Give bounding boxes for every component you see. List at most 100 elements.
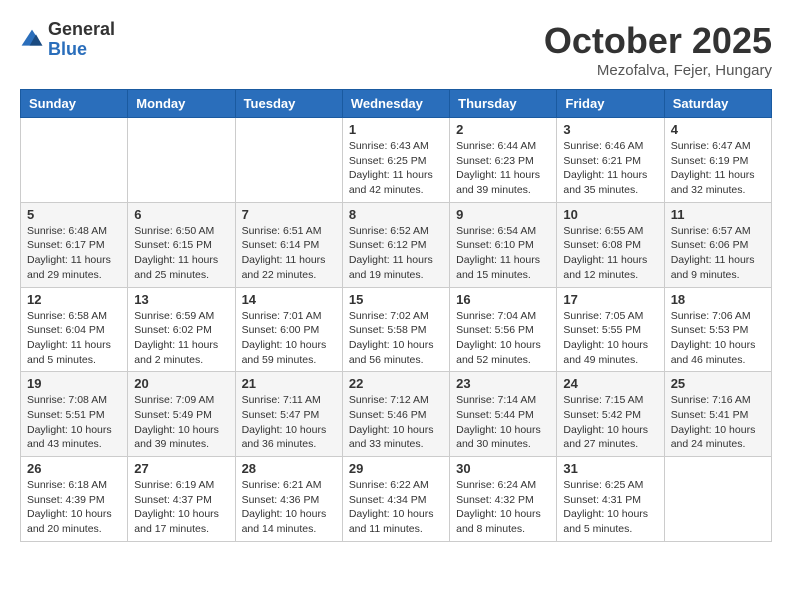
day-number: 11 <box>671 207 765 222</box>
day-info: Sunrise: 6:19 AM Sunset: 4:37 PM Dayligh… <box>134 478 228 537</box>
calendar-cell: 30 Sunrise: 6:24 AM Sunset: 4:32 PM Dayli… <box>450 457 557 542</box>
day-info: Sunrise: 6:46 AM Sunset: 6:21 PM Dayligh… <box>563 139 657 198</box>
day-info: Sunrise: 7:14 AM Sunset: 5:44 PM Dayligh… <box>456 393 550 452</box>
logo-text: General Blue <box>48 20 115 60</box>
calendar-cell: 8 Sunrise: 6:52 AM Sunset: 6:12 PM Daylig… <box>342 202 449 287</box>
day-info: Sunrise: 7:09 AM Sunset: 5:49 PM Dayligh… <box>134 393 228 452</box>
day-number: 21 <box>242 376 336 391</box>
day-number: 17 <box>563 292 657 307</box>
day-info: Sunrise: 7:01 AM Sunset: 6:00 PM Dayligh… <box>242 309 336 368</box>
calendar-cell: 2 Sunrise: 6:44 AM Sunset: 6:23 PM Daylig… <box>450 118 557 203</box>
day-info: Sunrise: 6:51 AM Sunset: 6:14 PM Dayligh… <box>242 224 336 283</box>
logo-blue-text: Blue <box>48 40 115 60</box>
day-number: 16 <box>456 292 550 307</box>
day-info: Sunrise: 6:52 AM Sunset: 6:12 PM Dayligh… <box>349 224 443 283</box>
day-info: Sunrise: 7:12 AM Sunset: 5:46 PM Dayligh… <box>349 393 443 452</box>
calendar-cell: 22 Sunrise: 7:12 AM Sunset: 5:46 PM Dayli… <box>342 372 449 457</box>
day-number: 12 <box>27 292 121 307</box>
week-row-2: 12 Sunrise: 6:58 AM Sunset: 6:04 PM Dayli… <box>21 287 772 372</box>
day-number: 15 <box>349 292 443 307</box>
calendar-cell: 28 Sunrise: 6:21 AM Sunset: 4:36 PM Dayli… <box>235 457 342 542</box>
week-row-1: 5 Sunrise: 6:48 AM Sunset: 6:17 PM Daylig… <box>21 202 772 287</box>
day-info: Sunrise: 6:58 AM Sunset: 6:04 PM Dayligh… <box>27 309 121 368</box>
calendar-cell: 5 Sunrise: 6:48 AM Sunset: 6:17 PM Daylig… <box>21 202 128 287</box>
calendar-cell <box>235 118 342 203</box>
week-row-4: 26 Sunrise: 6:18 AM Sunset: 4:39 PM Dayli… <box>21 457 772 542</box>
day-number: 28 <box>242 461 336 476</box>
day-info: Sunrise: 7:05 AM Sunset: 5:55 PM Dayligh… <box>563 309 657 368</box>
weekday-row: SundayMondayTuesdayWednesdayThursdayFrid… <box>21 90 772 118</box>
calendar-cell: 1Sunrise: 6:43 AM Sunset: 6:25 PM Daylig… <box>342 118 449 203</box>
month-title: October 2025 <box>544 20 772 62</box>
day-info: Sunrise: 6:24 AM Sunset: 4:32 PM Dayligh… <box>456 478 550 537</box>
calendar-cell: 19 Sunrise: 7:08 AM Sunset: 5:51 PM Dayli… <box>21 372 128 457</box>
day-info: Sunrise: 6:50 AM Sunset: 6:15 PM Dayligh… <box>134 224 228 283</box>
day-info: Sunrise: 6:18 AM Sunset: 4:39 PM Dayligh… <box>27 478 121 537</box>
weekday-header-monday: Monday <box>128 90 235 118</box>
calendar-cell: 6Sunrise: 6:50 AM Sunset: 6:15 PM Daylig… <box>128 202 235 287</box>
day-info: Sunrise: 6:59 AM Sunset: 6:02 PM Dayligh… <box>134 309 228 368</box>
day-number: 3 <box>563 122 657 137</box>
page-header: General Blue October 2025 Mezofalva, Fej… <box>20 20 772 79</box>
calendar-cell: 27 Sunrise: 6:19 AM Sunset: 4:37 PM Dayli… <box>128 457 235 542</box>
calendar-cell: 14 Sunrise: 7:01 AM Sunset: 6:00 PM Dayli… <box>235 287 342 372</box>
calendar-cell: 20Sunrise: 7:09 AM Sunset: 5:49 PM Dayli… <box>128 372 235 457</box>
logo-icon <box>20 28 44 52</box>
weekday-header-tuesday: Tuesday <box>235 90 342 118</box>
day-info: Sunrise: 7:04 AM Sunset: 5:56 PM Dayligh… <box>456 309 550 368</box>
weekday-header-thursday: Thursday <box>450 90 557 118</box>
day-info: Sunrise: 6:25 AM Sunset: 4:31 PM Dayligh… <box>563 478 657 537</box>
day-number: 27 <box>134 461 228 476</box>
day-number: 14 <box>242 292 336 307</box>
day-number: 8 <box>349 207 443 222</box>
weekday-header-friday: Friday <box>557 90 664 118</box>
calendar-cell: 18Sunrise: 7:06 AM Sunset: 5:53 PM Dayli… <box>664 287 771 372</box>
calendar-header: SundayMondayTuesdayWednesdayThursdayFrid… <box>21 90 772 118</box>
day-number: 25 <box>671 376 765 391</box>
day-number: 18 <box>671 292 765 307</box>
calendar-cell: 26 Sunrise: 6:18 AM Sunset: 4:39 PM Dayli… <box>21 457 128 542</box>
day-info: Sunrise: 6:44 AM Sunset: 6:23 PM Dayligh… <box>456 139 550 198</box>
logo-general-text: General <box>48 20 115 40</box>
calendar-cell: 11Sunrise: 6:57 AM Sunset: 6:06 PM Dayli… <box>664 202 771 287</box>
calendar-cell: 17 Sunrise: 7:05 AM Sunset: 5:55 PM Dayli… <box>557 287 664 372</box>
day-number: 26 <box>27 461 121 476</box>
day-number: 10 <box>563 207 657 222</box>
day-info: Sunrise: 6:48 AM Sunset: 6:17 PM Dayligh… <box>27 224 121 283</box>
calendar-cell: 23 Sunrise: 7:14 AM Sunset: 5:44 PM Dayli… <box>450 372 557 457</box>
day-number: 22 <box>349 376 443 391</box>
title-block: October 2025 Mezofalva, Fejer, Hungary <box>544 20 772 79</box>
day-number: 19 <box>27 376 121 391</box>
day-number: 4 <box>671 122 765 137</box>
calendar-body: 1Sunrise: 6:43 AM Sunset: 6:25 PM Daylig… <box>21 118 772 542</box>
day-number: 23 <box>456 376 550 391</box>
day-number: 5 <box>27 207 121 222</box>
calendar-cell: 7 Sunrise: 6:51 AM Sunset: 6:14 PM Daylig… <box>235 202 342 287</box>
weekday-header-sunday: Sunday <box>21 90 128 118</box>
day-info: Sunrise: 6:55 AM Sunset: 6:08 PM Dayligh… <box>563 224 657 283</box>
week-row-3: 19 Sunrise: 7:08 AM Sunset: 5:51 PM Dayli… <box>21 372 772 457</box>
calendar-cell: 16 Sunrise: 7:04 AM Sunset: 5:56 PM Dayli… <box>450 287 557 372</box>
day-info: Sunrise: 7:16 AM Sunset: 5:41 PM Dayligh… <box>671 393 765 452</box>
calendar-cell: 21 Sunrise: 7:11 AM Sunset: 5:47 PM Dayli… <box>235 372 342 457</box>
calendar-cell: 10 Sunrise: 6:55 AM Sunset: 6:08 PM Dayli… <box>557 202 664 287</box>
calendar-cell: 29 Sunrise: 6:22 AM Sunset: 4:34 PM Dayli… <box>342 457 449 542</box>
day-info: Sunrise: 6:54 AM Sunset: 6:10 PM Dayligh… <box>456 224 550 283</box>
day-info: Sunrise: 6:22 AM Sunset: 4:34 PM Dayligh… <box>349 478 443 537</box>
calendar-cell: 3 Sunrise: 6:46 AM Sunset: 6:21 PM Daylig… <box>557 118 664 203</box>
day-number: 29 <box>349 461 443 476</box>
calendar-cell: 12 Sunrise: 6:58 AM Sunset: 6:04 PM Dayli… <box>21 287 128 372</box>
day-info: Sunrise: 7:08 AM Sunset: 5:51 PM Dayligh… <box>27 393 121 452</box>
day-info: Sunrise: 6:21 AM Sunset: 4:36 PM Dayligh… <box>242 478 336 537</box>
day-number: 7 <box>242 207 336 222</box>
calendar-cell <box>664 457 771 542</box>
logo: General Blue <box>20 20 115 60</box>
calendar: SundayMondayTuesdayWednesdayThursdayFrid… <box>20 89 772 542</box>
calendar-cell: 9Sunrise: 6:54 AM Sunset: 6:10 PM Daylig… <box>450 202 557 287</box>
day-number: 30 <box>456 461 550 476</box>
calendar-cell <box>21 118 128 203</box>
day-number: 2 <box>456 122 550 137</box>
day-info: Sunrise: 7:11 AM Sunset: 5:47 PM Dayligh… <box>242 393 336 452</box>
day-info: Sunrise: 6:47 AM Sunset: 6:19 PM Dayligh… <box>671 139 765 198</box>
day-number: 24 <box>563 376 657 391</box>
